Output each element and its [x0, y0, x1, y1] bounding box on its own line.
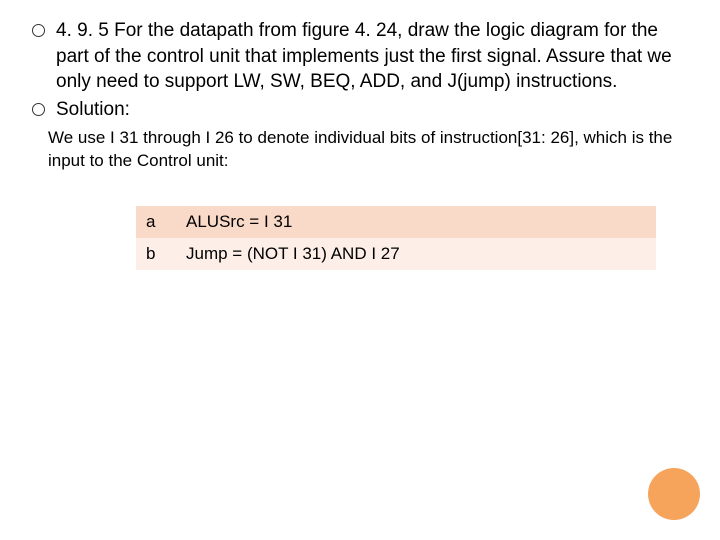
problem-text: 4. 9. 5 For the datapath from figure 4. …: [56, 20, 672, 92]
solution-label: Solution:: [56, 99, 130, 120]
answer-table-wrap: a ALUSrc = I 31 b Jump = (NOT I 31) AND …: [30, 206, 690, 270]
slide-content: 4. 9. 5 For the datapath from figure 4. …: [0, 0, 720, 270]
decorative-circle: [648, 468, 700, 520]
bullet-item-problem: 4. 9. 5 For the datapath from figure 4. …: [30, 18, 690, 95]
row-label-a: a: [136, 206, 176, 238]
answer-table: a ALUSrc = I 31 b Jump = (NOT I 31) AND …: [136, 206, 656, 270]
bullet-item-solution: Solution:: [30, 97, 690, 123]
solution-description: We use I 31 through I 26 to denote indiv…: [30, 127, 690, 173]
table-row: a ALUSrc = I 31: [136, 206, 656, 238]
row-label-b: b: [136, 238, 176, 270]
table-row: b Jump = (NOT I 31) AND I 27: [136, 238, 656, 270]
row-value-b: Jump = (NOT I 31) AND I 27: [176, 238, 656, 270]
row-value-a: ALUSrc = I 31: [176, 206, 656, 238]
bullet-list: 4. 9. 5 For the datapath from figure 4. …: [30, 18, 690, 123]
